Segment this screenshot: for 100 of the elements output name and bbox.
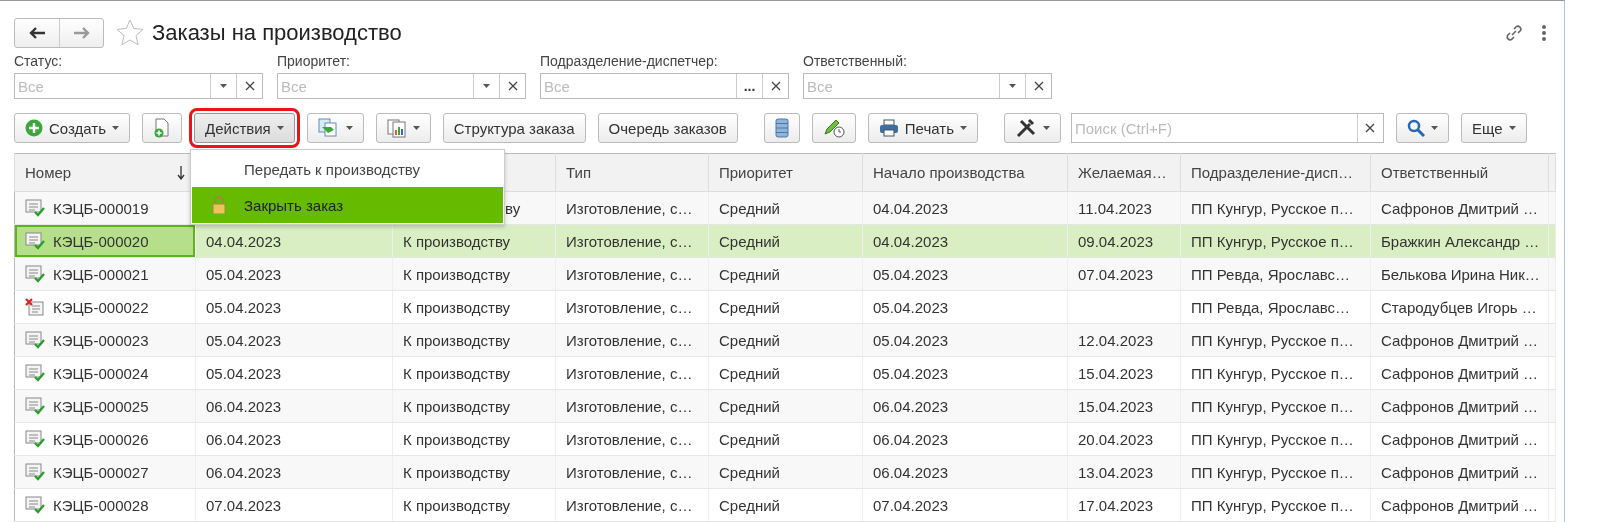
table-cell: 07.04.2023 <box>1078 265 1154 283</box>
order-number: КЭЦБ-000023 <box>53 331 149 349</box>
table-cell: 04.04.2023 <box>206 232 282 250</box>
filter-label: Приоритет: <box>277 53 351 70</box>
table-cell: Средний <box>719 232 780 250</box>
toolbar-button[interactable]: Создать <box>14 113 130 144</box>
toolbar-icon-button[interactable] <box>1395 113 1449 144</box>
table-cell: 05.04.2023 <box>873 265 949 283</box>
table-cell: 05.04.2023 <box>206 265 282 283</box>
table-cell: ПП Кунгур, Русское п… <box>1191 331 1354 349</box>
column-header[interactable]: Подразделение-дисп… <box>1180 153 1371 192</box>
page-title: Заказы на производство <box>152 19 402 46</box>
table-cell: 12.04.2023 <box>1078 331 1154 349</box>
table-cell: 06.04.2023 <box>873 463 949 481</box>
caret-icon <box>1508 126 1516 131</box>
table-cell: 07.04.2023 <box>873 496 949 514</box>
table-cell: 13.04.2023 <box>1078 463 1154 481</box>
menu-item[interactable]: Закрыть заказ <box>192 187 503 224</box>
table-cell: Сафронов Дмитрий … <box>1381 364 1539 382</box>
order-number: КЭЦБ-000022 <box>53 298 149 316</box>
toolbar-button[interactable]: Еще <box>1460 113 1527 144</box>
table-cell: К производству <box>403 265 511 283</box>
table-cell: Средний <box>719 430 780 448</box>
column-header[interactable]: Начало производства <box>862 153 1068 192</box>
order-number: КЭЦБ-000025 <box>53 397 149 415</box>
table-cell: 09.04.2023 <box>1078 232 1154 250</box>
plus-icon <box>25 119 43 138</box>
more-icon[interactable] <box>1542 24 1546 41</box>
toolbar-button[interactable]: Печать <box>867 113 978 144</box>
left-arrow-icon <box>29 26 45 39</box>
list-icon <box>774 118 789 139</box>
table-cell: ву <box>505 199 521 217</box>
combo-box[interactable]: Все ... <box>540 73 789 100</box>
table-cell: Средний <box>719 265 780 283</box>
link-icon[interactable] <box>1504 22 1524 43</box>
order-number: КЭЦБ-000020 <box>53 232 149 250</box>
table-cell: К производству <box>403 364 511 382</box>
toolbar-button[interactable]: Структура заказа <box>442 113 586 144</box>
table-cell: 06.04.2023 <box>206 463 282 481</box>
table-cell: 06.04.2023 <box>206 430 282 448</box>
table-cell: 17.04.2023 <box>1078 496 1154 514</box>
table-cell: К производству <box>403 298 511 316</box>
table-cell: Изготовление, с… <box>566 397 693 415</box>
order-number: КЭЦБ-000027 <box>53 463 149 481</box>
document-check-icon <box>25 430 45 448</box>
toolbar-icon-button[interactable] <box>1003 113 1061 144</box>
star-icon[interactable] <box>116 19 144 47</box>
table-cell: К производству <box>403 463 511 481</box>
toolbar-button[interactable]: Очередь заказов <box>597 113 738 144</box>
order-number: КЭЦБ-000021 <box>53 265 149 283</box>
table-cell: Изготовление, с… <box>566 331 693 349</box>
caret-icon <box>220 84 227 89</box>
document-check-icon <box>25 265 45 283</box>
column-header[interactable]: Ответственный <box>1370 153 1549 192</box>
table-cell: Бражкин Александр … <box>1381 232 1540 250</box>
table-cell: 07.04.2023 <box>206 496 282 514</box>
table-cell: Сафронов Дмитрий … <box>1381 397 1539 415</box>
table-cell: Сафронов Дмитрий … <box>1381 331 1539 349</box>
table-cell: Средний <box>719 199 780 217</box>
document-add-icon <box>153 118 171 139</box>
caret-icon <box>483 84 490 89</box>
document-check-icon <box>25 364 45 382</box>
table-cell: ПП Кунгур, Русское п… <box>1191 496 1354 514</box>
column-header[interactable]: Приоритет <box>708 153 863 192</box>
table-cell: 04.04.2023 <box>873 199 949 217</box>
combo-box[interactable]: Все <box>14 73 263 100</box>
filter-label: Подразделение-диспетчер: <box>540 53 719 70</box>
table-cell: Белькова Ирина Ник… <box>1381 265 1540 283</box>
table-cell: Средний <box>719 298 780 316</box>
table-cell: Изготовление, с… <box>566 199 693 217</box>
caret-icon <box>276 126 284 131</box>
table-cell: 04.04.2023 <box>873 232 949 250</box>
table-cell: Средний <box>719 331 780 349</box>
order-number: КЭЦБ-000028 <box>53 496 149 514</box>
table-cell: 05.04.2023 <box>873 364 949 382</box>
table-cell: Изготовление, с… <box>566 265 693 283</box>
filter-label: Статус: <box>14 53 64 70</box>
caret-icon <box>345 126 353 131</box>
lock-icon <box>212 196 226 215</box>
table-cell: Изготовление, с… <box>566 232 693 250</box>
table-cell: 05.04.2023 <box>206 364 282 382</box>
table-cell: 06.04.2023 <box>873 397 949 415</box>
table-cell: Сафронов Дмитрий … <box>1381 430 1539 448</box>
table-cell: 11.04.2023 <box>1078 199 1152 217</box>
table-cell: ПП Ревда, Ярославс… <box>1191 298 1351 316</box>
column-header[interactable]: Желаемая… <box>1067 153 1181 192</box>
table-cell: 20.04.2023 <box>1078 430 1154 448</box>
clear-icon <box>507 81 518 92</box>
tools-icon <box>1014 118 1037 139</box>
clear-icon <box>1033 81 1044 92</box>
combo-box[interactable]: Все <box>277 73 526 100</box>
table-cell: ПП Кунгур, Русское п… <box>1191 463 1354 481</box>
column-header[interactable]: Тип <box>555 153 709 192</box>
combo-box[interactable]: Все <box>803 73 1052 100</box>
documents-icon <box>317 118 340 139</box>
table-cell: Средний <box>719 397 780 415</box>
clear-icon <box>244 81 255 92</box>
search-icon <box>1406 119 1425 138</box>
order-number: КЭЦБ-000019 <box>53 199 149 217</box>
table-cell: К производству <box>403 430 511 448</box>
